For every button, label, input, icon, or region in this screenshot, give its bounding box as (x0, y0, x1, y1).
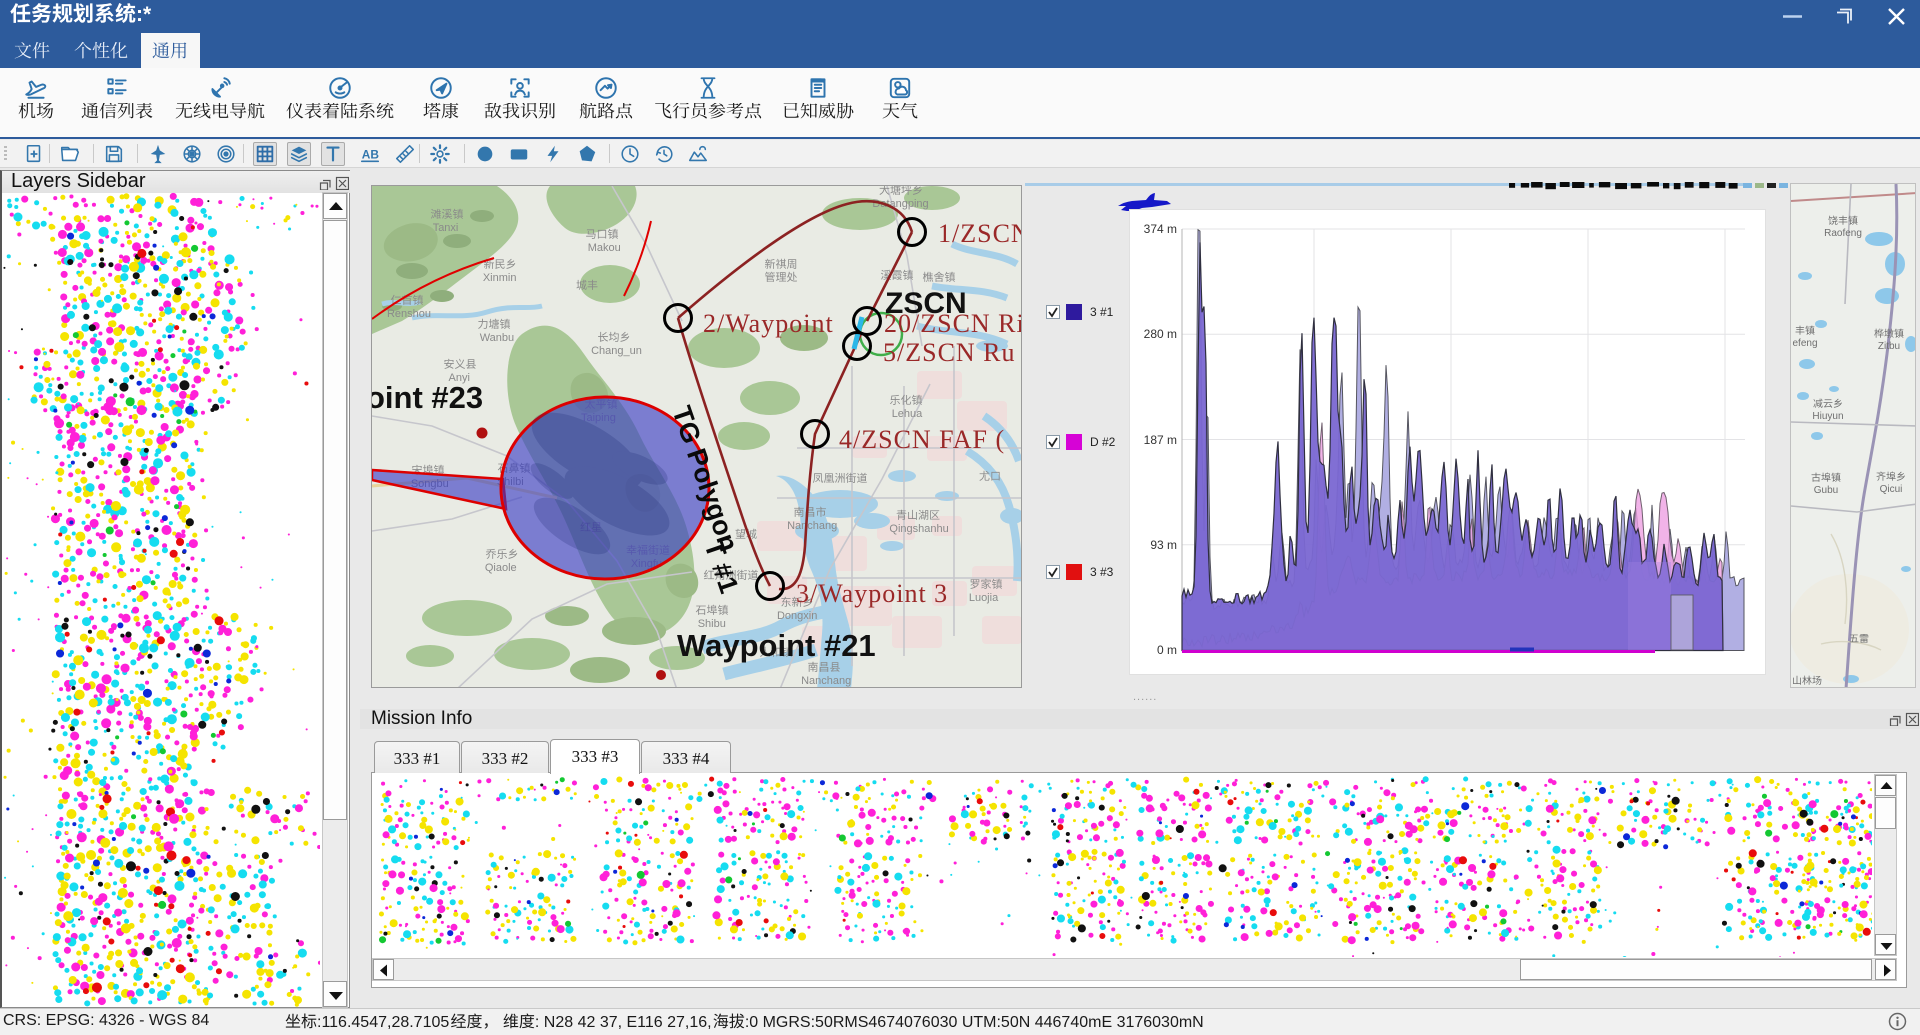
svg-text:Zitbu: Zitbu (1878, 341, 1900, 352)
svg-text:Wanbu: Wanbu (480, 332, 514, 344)
svg-text:Xinmin: Xinmin (483, 272, 517, 284)
svg-text:Qiaole: Qiaole (485, 562, 517, 574)
svg-text::*: :* (136, 3, 152, 26)
svg-text:Lehua: Lehua (892, 408, 923, 420)
svg-text:Nanchang: Nanchang (787, 520, 837, 532)
svg-text:Renshou: Renshou (387, 308, 431, 320)
svg-text:Dongxin: Dongxin (777, 610, 817, 622)
svg-text:187 m: 187 m (1144, 433, 1177, 447)
svg-text:93 m: 93 m (1150, 538, 1177, 552)
svg-text:AB: AB (362, 148, 380, 162)
svg-text:2/Waypoint: 2/Waypoint (703, 309, 834, 338)
svg-text:: N28 42 37, E116 27,16,: : N28 42 37, E116 27,16, (535, 1014, 712, 1031)
svg-text:3/Waypoint 3: 3/Waypoint 3 (796, 579, 948, 608)
svg-text::116.4547,28.7105: :116.4547,28.7105 (317, 1014, 449, 1031)
svg-text:4/ZSCN FAF (: 4/ZSCN FAF ( (839, 425, 1005, 454)
svg-text:Raofeng: Raofeng (1824, 228, 1862, 239)
svg-text:Qingshanhu: Qingshanhu (889, 523, 948, 535)
svg-text:Waypoint #21: Waypoint #21 (677, 628, 876, 663)
svg-text:Tanxi: Tanxi (433, 222, 459, 234)
svg-text:oint #23: oint #23 (371, 380, 483, 415)
svg-text::0 MGRS:50RMS4674076030 UTM:5: :0 MGRS:50RMS4674076030 UTM:50N 446740mE… (745, 1014, 1204, 1031)
svg-text:374 m: 374 m (1144, 222, 1177, 236)
svg-text:efeng: efeng (1792, 338, 1817, 349)
svg-text:1/ZSCN U: 1/ZSCN U (938, 219, 1022, 248)
svg-text:Luojia: Luojia (969, 592, 999, 604)
svg-text:Makou: Makou (588, 242, 621, 254)
svg-text:ZSCN: ZSCN (885, 287, 967, 320)
svg-text:Qicui: Qicui (1880, 484, 1903, 495)
svg-text:280 m: 280 m (1144, 327, 1177, 341)
svg-text:Chang_un: Chang_un (591, 345, 642, 357)
svg-text:0 m: 0 m (1157, 643, 1177, 657)
svg-text:Nanchang: Nanchang (801, 675, 851, 687)
svg-text:Hiuyun: Hiuyun (1812, 411, 1843, 422)
svg-text:5/ZSCN Ru: 5/ZSCN Ru (883, 338, 1016, 367)
svg-text:Gubu: Gubu (1814, 485, 1838, 496)
